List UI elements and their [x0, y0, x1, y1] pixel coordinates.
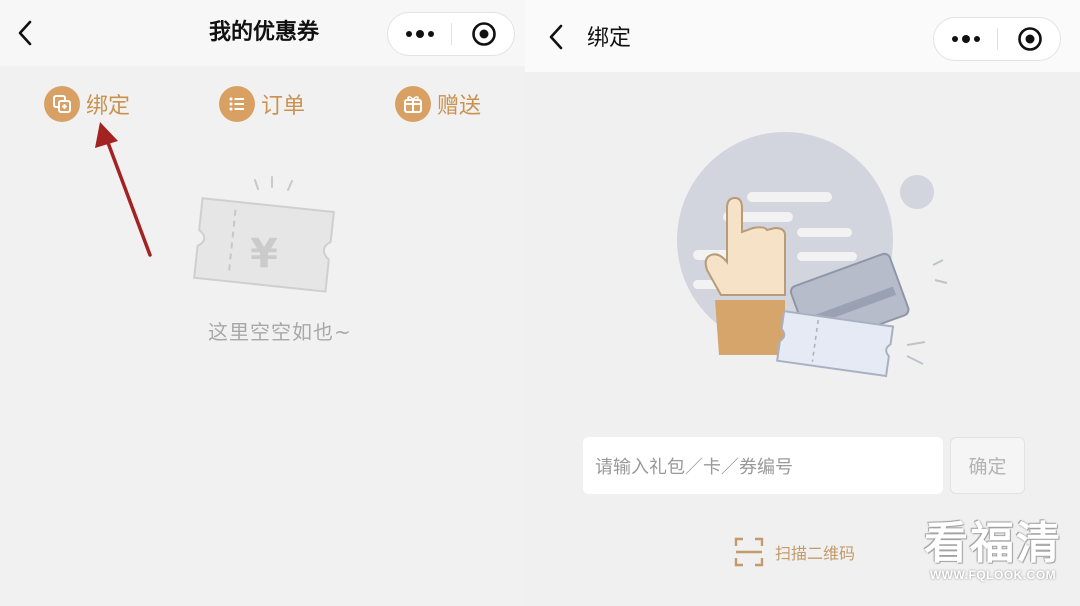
close-mini-program-button-bind[interactable] [998, 18, 1061, 60]
tab-orders-label: 订单 [261, 94, 306, 119]
mini-program-capsule-bind [933, 17, 1061, 61]
ticket-currency-symbol: ¥ [250, 231, 278, 277]
coupons-screen: 我的优惠券 绑定 订单 赠送 ¥ 这里空空如也~ [0, 0, 525, 606]
empty-state-text: 这里空空如也~ [208, 320, 352, 344]
site-watermark: 看福清 WWW.FQLOOK.COM [918, 518, 1068, 583]
target-icon [1017, 27, 1042, 51]
scan-qr-label: 扫描二维码 [775, 544, 856, 563]
code-input[interactable]: 请输入礼包／卡／券编号 [583, 437, 943, 494]
tab-orders[interactable]: 订单 [219, 82, 305, 126]
bind-card-illustration [677, 132, 948, 378]
close-mini-program-button[interactable] [452, 13, 515, 55]
chevron-left-icon [549, 24, 563, 50]
page-title: 我的优惠券 [209, 20, 320, 45]
confirm-button[interactable]: 确定 [950, 437, 1025, 494]
bind-screen: 绑定 请输入礼包／卡／券编号 确定 扫描二维码 [525, 0, 1080, 606]
list-icon [219, 86, 255, 122]
empty-ticket-illustration: ¥ [193, 176, 335, 293]
more-dots-icon [951, 35, 980, 43]
target-icon [471, 22, 496, 46]
watermark-url: WWW.FQLOOK.COM [929, 568, 1057, 582]
gift-icon [395, 86, 431, 122]
back-button-bind[interactable] [539, 18, 573, 56]
bind-page-title: 绑定 [587, 26, 632, 51]
more-dots-icon [405, 30, 434, 38]
screenshot-stage: 我的优惠券 绑定 订单 赠送 ¥ 这里空空如也~ 绑定 请输入礼包／卡／券编号 … [0, 0, 1080, 606]
more-button[interactable] [388, 13, 451, 55]
scan-icon [734, 537, 764, 567]
scan-qr-button[interactable]: 扫描二维码 [733, 532, 855, 572]
nav-bar-bind: 绑定 [525, 0, 1080, 72]
tab-gift[interactable]: 赠送 [395, 82, 481, 126]
tab-gift-label: 赠送 [437, 94, 482, 119]
more-button-bind[interactable] [934, 18, 997, 60]
mini-program-capsule [387, 12, 515, 56]
watermark-title: 看福清 [924, 518, 1062, 569]
annotation-arrow [95, 122, 152, 257]
